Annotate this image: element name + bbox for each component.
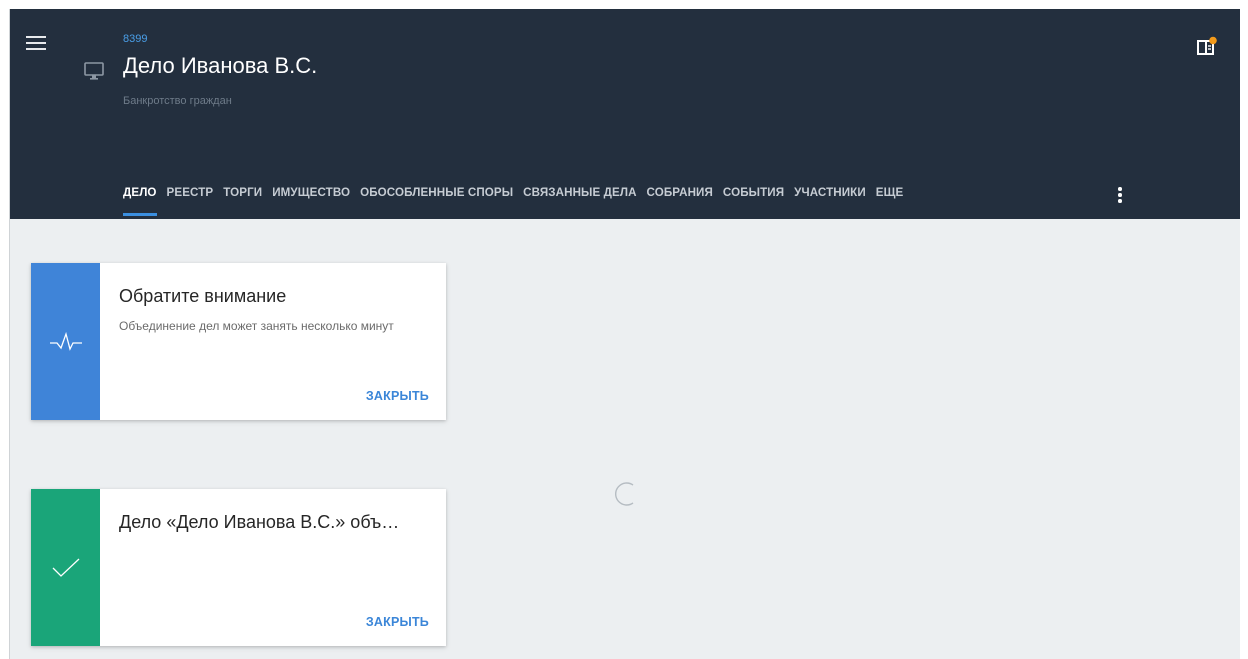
case-category: Банкротство граждан	[123, 95, 232, 107]
tab-bar: ДЕЛО РЕЕСТР ТОРГИ ИМУЩЕСТВО ОБОСОБЛЕННЫЕ…	[123, 186, 913, 216]
tab-reestr[interactable]: РЕЕСТР	[167, 186, 214, 208]
card-stripe-green	[31, 489, 100, 646]
check-icon	[52, 558, 79, 577]
sidebar-panel-icon[interactable]	[1196, 36, 1218, 58]
card-title: Обратите внимание	[119, 286, 287, 306]
header-bar: 8399 Дело Иванова В.С. Банкротство гражд…	[10, 9, 1240, 219]
loading-spinner-icon	[614, 482, 634, 506]
kebab-menu-icon[interactable]	[1116, 187, 1124, 205]
card-stripe-blue	[31, 263, 100, 420]
notification-card-warning: Обратите внимание Объединение дел может …	[31, 263, 446, 420]
tab-meetings[interactable]: СОБРАНИЯ	[647, 186, 713, 208]
tab-events[interactable]: СОБЫТИЯ	[723, 186, 784, 208]
case-number: 8399	[123, 33, 148, 45]
card-title: Дело «Дело Иванова В.С.» объ…	[119, 512, 400, 532]
tab-separate-disputes[interactable]: ОБОСОБЛЕННЫЕ СПОРЫ	[360, 186, 513, 208]
notification-card-success: Дело «Дело Иванова В.С.» объ… ЗАКРЫТЬ	[31, 489, 446, 646]
page-title: Дело Иванова В.С.	[123, 53, 318, 78]
app-window: 8399 Дело Иванова В.С. Банкротство гражд…	[9, 9, 1240, 659]
tab-delo[interactable]: ДЕЛО	[123, 186, 157, 216]
tab-torgi[interactable]: ТОРГИ	[223, 186, 262, 208]
tab-participants[interactable]: УЧАСТНИКИ	[794, 186, 866, 208]
close-button[interactable]: ЗАКРЫТЬ	[366, 615, 429, 629]
tab-more[interactable]: ЕЩЕ	[876, 186, 904, 208]
card-message: Объединение дел может занять несколько м…	[119, 319, 394, 333]
tab-imushchestvo[interactable]: ИМУЩЕСТВО	[272, 186, 350, 208]
hamburger-menu-icon[interactable]	[26, 36, 46, 52]
monitor-icon	[84, 62, 104, 80]
tab-related-cases[interactable]: СВЯЗАННЫЕ ДЕЛА	[523, 186, 636, 208]
pulse-icon	[49, 331, 82, 351]
close-button[interactable]: ЗАКРЫТЬ	[366, 389, 429, 403]
